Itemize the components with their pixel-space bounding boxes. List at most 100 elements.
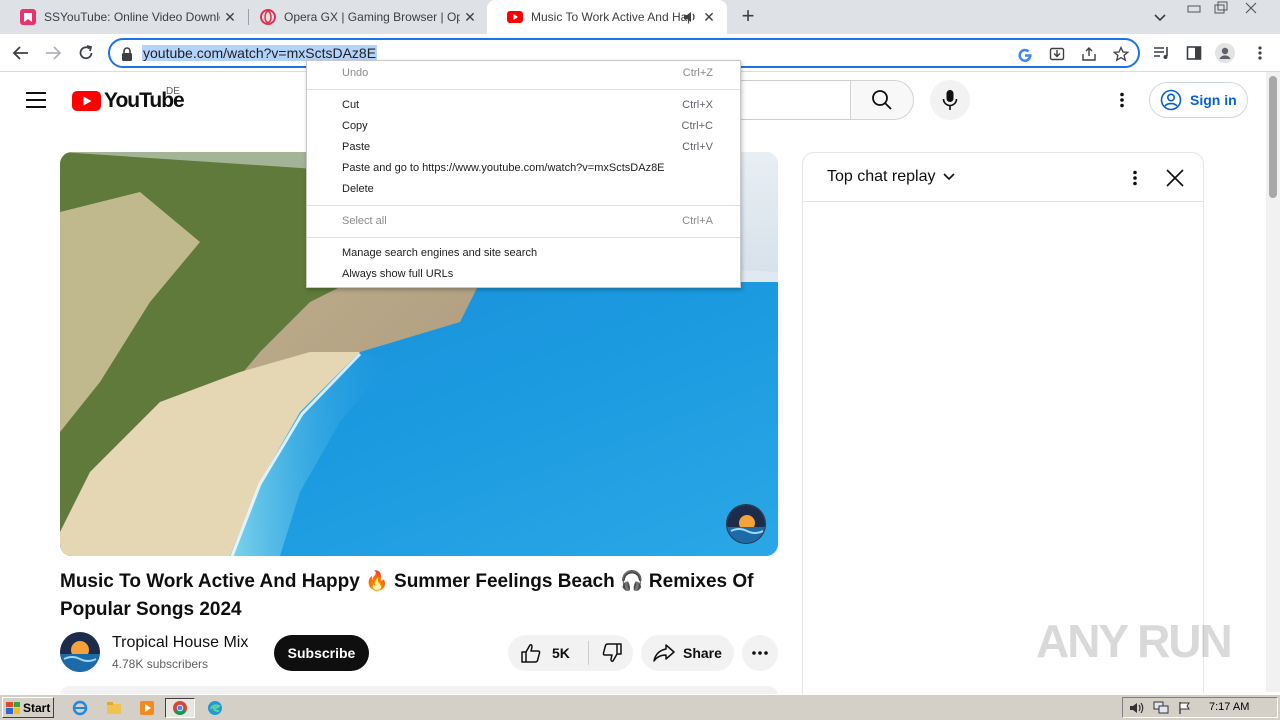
share-arrow-icon	[653, 644, 675, 662]
menu-separator	[307, 89, 740, 90]
ssyoutube-icon	[20, 9, 36, 25]
windows-logo-icon	[6, 701, 20, 714]
media-control-icon[interactable]	[1152, 43, 1172, 63]
menu-item-delete[interactable]: Delete	[307, 179, 740, 200]
lock-icon[interactable]	[118, 45, 136, 63]
voice-search-button[interactable]	[930, 80, 970, 120]
start-label: Start	[23, 700, 51, 715]
context-menu: Undo Ctrl+Z Cut Ctrl+X Copy Ctrl+C Paste…	[306, 60, 741, 288]
chat-title: Top chat replay	[827, 168, 936, 185]
search-button[interactable]	[850, 80, 914, 120]
clock[interactable]: 7:17 AM	[1209, 701, 1249, 713]
minimize-button[interactable]	[1182, 0, 1208, 18]
windows-taskbar: Start 7:17 AM	[0, 694, 1280, 720]
tab-ssyoutube[interactable]: SSYouTube: Online Video Downloader ✕	[0, 0, 248, 34]
scrollbar-thumb[interactable]	[1269, 76, 1277, 198]
bookmark-star-icon[interactable]	[1112, 45, 1130, 63]
menu-item-paste[interactable]: Paste Ctrl+V	[307, 137, 740, 158]
profile-icon[interactable]	[1215, 43, 1235, 63]
media-player-icon[interactable]	[137, 698, 157, 718]
subscribe-button[interactable]: Subscribe	[274, 635, 369, 671]
tab-strip: SSYouTube: Online Video Downloader ✕ Ope…	[0, 0, 1280, 34]
menu-item-manage-search-engines[interactable]: Manage search engines and site search	[307, 243, 740, 264]
edge-icon[interactable]	[205, 698, 225, 718]
share-button[interactable]: Share	[641, 635, 734, 671]
google-icon[interactable]	[1016, 45, 1034, 63]
action-center-flag-icon[interactable]	[1177, 701, 1193, 715]
video-title: Music To Work Active And Happy 🔥 Summer …	[60, 571, 754, 620]
opera-icon	[260, 9, 276, 25]
start-button[interactable]: Start	[2, 697, 54, 718]
chrome-icon	[173, 701, 187, 715]
menu-item-cut[interactable]: Cut Ctrl+X	[307, 95, 740, 116]
menu-item-select-all[interactable]: Select all Ctrl+A	[307, 211, 740, 232]
menu-item-always-show-full-urls[interactable]: Always show full URLs	[307, 264, 740, 285]
subscriber-count: 4.78K subscribers	[112, 657, 209, 671]
menu-separator	[307, 205, 740, 206]
internet-explorer-icon[interactable]	[70, 698, 90, 718]
share-page-icon[interactable]	[1080, 45, 1098, 63]
back-button[interactable]	[8, 40, 34, 66]
account-circle-icon	[1160, 89, 1182, 111]
tab-opera[interactable]: Opera GX | Gaming Browser | Opera ✕	[240, 0, 488, 34]
menu-item-undo[interactable]: Undo Ctrl+Z	[307, 63, 740, 84]
close-icon[interactable]: ✕	[701, 9, 717, 25]
menu-item-paste-and-go[interactable]: Paste and go to https://www.youtube.com/…	[307, 158, 740, 179]
url-text[interactable]: youtube.com/watch?v=mxSctsDAz8E	[142, 45, 378, 61]
chat-header: Top chat replay	[803, 153, 1203, 202]
arrow-left-icon	[12, 46, 28, 60]
thumbs-down-icon	[602, 643, 622, 662]
dislike-button[interactable]	[592, 635, 632, 671]
tab-title: Music To Work Active And Happy	[531, 10, 691, 24]
page-scrollbar[interactable]	[1266, 72, 1280, 692]
chrome-taskbar-button[interactable]	[165, 698, 195, 718]
tab-title: Opera GX | Gaming Browser | Opera	[284, 10, 460, 24]
hamburger-menu-icon[interactable]	[24, 90, 48, 110]
tab-youtube[interactable]: Music To Work Active And Happy ✕	[487, 0, 727, 34]
like-button[interactable]: 5K	[508, 635, 584, 671]
menu-separator	[307, 237, 740, 238]
channel-name[interactable]: Tropical House Mix	[112, 634, 248, 652]
watermark-text: ANY RUN	[1036, 615, 1233, 667]
restore-button[interactable]	[1208, 0, 1234, 18]
reload-button[interactable]	[73, 40, 99, 66]
divider	[588, 641, 589, 665]
sign-in-button[interactable]: Sign in	[1149, 82, 1248, 118]
channel-avatar[interactable]	[60, 632, 100, 672]
close-icon[interactable]: ✕	[222, 9, 238, 25]
settings-menu-icon[interactable]	[1110, 88, 1134, 112]
arrow-right-icon	[46, 46, 62, 60]
speaker-icon[interactable]	[683, 10, 697, 27]
channel-watermark-avatar[interactable]	[726, 504, 766, 544]
system-tray: 7:17 AM	[1122, 697, 1278, 718]
new-tab-button[interactable]: +	[736, 5, 760, 29]
network-icon[interactable]	[1153, 701, 1169, 715]
file-explorer-icon[interactable]	[104, 698, 124, 718]
tab-title: SSYouTube: Online Video Downloader	[44, 10, 220, 24]
thumbs-up-icon	[521, 644, 541, 663]
kebab-menu-icon[interactable]	[1250, 43, 1270, 63]
more-horizontal-icon	[752, 651, 768, 655]
forward-button[interactable]	[40, 40, 66, 66]
chat-mode-dropdown[interactable]: Top chat replay	[827, 168, 956, 186]
youtube-icon	[507, 9, 523, 25]
youtube-play-icon	[72, 91, 101, 111]
close-icon[interactable]	[1163, 166, 1187, 190]
anyrun-watermark: ANY RUN	[1036, 606, 1236, 676]
chat-more-icon[interactable]	[1123, 166, 1147, 190]
close-icon[interactable]: ✕	[462, 9, 478, 25]
window-close-button[interactable]	[1238, 0, 1264, 18]
reload-icon	[79, 45, 93, 60]
more-actions-button[interactable]	[742, 635, 778, 671]
share-label: Share	[683, 645, 722, 661]
menu-item-copy[interactable]: Copy Ctrl+C	[307, 116, 740, 137]
volume-icon[interactable]	[1129, 701, 1145, 715]
country-code: DE	[166, 86, 180, 97]
install-icon[interactable]	[1048, 45, 1066, 63]
like-dislike-group: 5K	[508, 635, 633, 671]
microphone-icon	[942, 90, 958, 110]
chevron-down-icon	[942, 173, 955, 181]
chevron-down-icon[interactable]	[1152, 9, 1168, 30]
sign-in-label: Sign in	[1190, 92, 1237, 108]
side-panel-icon[interactable]	[1184, 43, 1204, 63]
